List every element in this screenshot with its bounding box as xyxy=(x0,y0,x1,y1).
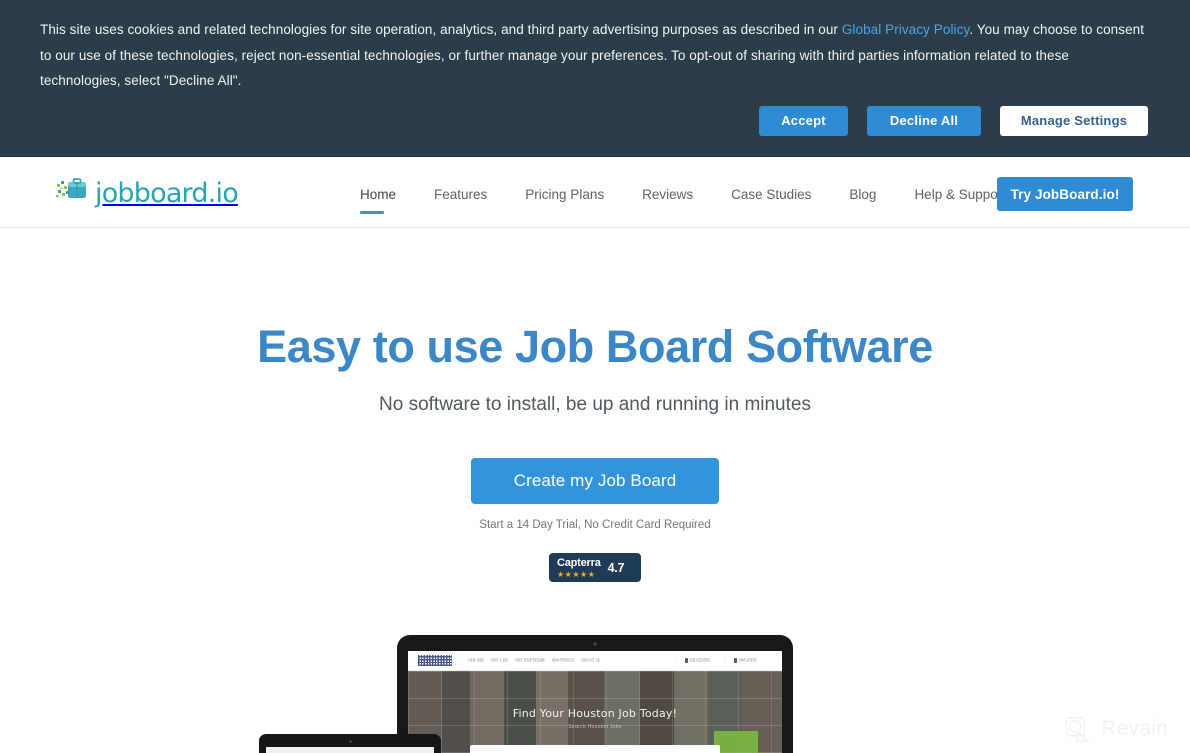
brand-wordmark: jobboard.io xyxy=(95,178,239,209)
hero-section: Easy to use Job Board Software No softwa… xyxy=(0,228,1190,753)
laptop-screen: VIEW JOBS POST A JOB POST YOUR RESUME NE… xyxy=(408,651,782,753)
accept-cookies-button[interactable]: Accept xyxy=(759,106,848,136)
laptop-camera-icon xyxy=(593,642,597,646)
capterra-name-label: Capterra xyxy=(557,556,601,569)
revain-logo-icon xyxy=(1064,715,1092,743)
tablet-camera-icon xyxy=(348,740,352,743)
mockup-nav-post-a-job: POST A JOB xyxy=(490,658,508,663)
user-icon xyxy=(684,658,688,663)
tablet-screen xyxy=(266,747,434,753)
revain-watermark: Revain xyxy=(1064,715,1168,743)
cookie-consent-banner: This site uses cookies and related techn… xyxy=(0,0,1190,157)
nav-item-features[interactable]: Features xyxy=(415,186,506,204)
mockup-nav-contact-us: CONTACT US xyxy=(581,658,600,663)
mockup-nav-post-your-resume: POST YOUR RESUME xyxy=(514,658,546,663)
nav-item-home[interactable]: Home xyxy=(360,186,415,214)
laptop-frame: VIEW JOBS POST A JOB POST YOUR RESUME NE… xyxy=(397,635,793,753)
brand-logo[interactable]: jobboard.io xyxy=(56,178,239,209)
mockup-account-employers: EMPLOYERS xyxy=(725,658,772,663)
cookie-text-before-link: This site uses cookies and related techn… xyxy=(40,22,842,37)
tablet-frame xyxy=(259,734,441,753)
mockup-account-job-seekers: JOB SEEKERS xyxy=(675,658,725,663)
device-mockup-image: VIEW JOBS POST A JOB POST YOUR RESUME NE… xyxy=(0,635,1190,753)
decline-all-cookies-button[interactable]: Decline All xyxy=(867,106,981,136)
cookie-consent-text: This site uses cookies and related techn… xyxy=(40,17,1150,94)
mockup-account-job-seekers-label: JOB SEEKERS xyxy=(689,658,711,663)
briefcase-icon xyxy=(56,178,88,209)
mockup-hero-title: Find Your Houston Job Today! xyxy=(512,707,678,720)
briefcase-small-icon xyxy=(734,658,738,663)
hero-title: Easy to use Job Board Software xyxy=(257,321,933,372)
main-navigation: Home Features Pricing Plans Reviews Case… xyxy=(360,186,1025,214)
nav-item-blog[interactable]: Blog xyxy=(830,186,895,204)
capterra-rating-badge[interactable]: Capterra ★★★★★ 4.7 xyxy=(549,553,641,582)
mockup-site-topbar: VIEW JOBS POST A JOB POST YOUR RESUME NE… xyxy=(408,651,782,671)
hero-subtitle: No software to install, be up and runnin… xyxy=(379,394,811,415)
capterra-badge-body: Capterra ★★★★★ xyxy=(549,557,601,579)
mockup-account-employers-label: EMPLOYERS xyxy=(739,658,757,663)
mockup-site-account-menus: JOB SEEKERS EMPLOYERS xyxy=(675,658,772,663)
nav-item-reviews[interactable]: Reviews xyxy=(623,186,712,204)
cookie-consent-actions: Accept Decline All Manage Settings xyxy=(759,106,1148,136)
mockup-search-card xyxy=(470,745,720,753)
nav-item-case-studies[interactable]: Case Studies xyxy=(712,186,830,204)
manage-cookie-settings-button[interactable]: Manage Settings xyxy=(1000,106,1148,136)
try-jobboard-button[interactable]: Try JobBoard.io! xyxy=(997,177,1133,211)
create-my-job-board-button[interactable]: Create my Job Board xyxy=(471,458,719,504)
capterra-score-label: 4.7 xyxy=(607,560,625,575)
mockup-nav-new-profiles: NEW PROFILES xyxy=(552,658,575,663)
nav-item-pricing-plans[interactable]: Pricing Plans xyxy=(506,186,623,204)
mockup-site-nav: VIEW JOBS POST A JOB POST YOUR RESUME NE… xyxy=(461,658,676,663)
mockup-nav-view-jobs: VIEW JOBS xyxy=(468,658,484,663)
revain-label: Revain xyxy=(1101,717,1168,740)
mockup-site-hero: Find Your Houston Job Today! Search Hous… xyxy=(408,671,782,753)
mockup-site-logo-icon xyxy=(418,655,452,666)
global-privacy-policy-link[interactable]: Global Privacy Policy xyxy=(842,22,969,37)
mockup-hero-subtitle: Search Houston Jobs xyxy=(568,724,622,730)
star-rating-icon: ★★★★★ xyxy=(557,569,596,579)
mockup-hero-accent xyxy=(714,731,758,753)
trial-note: Start a 14 Day Trial, No Credit Card Req… xyxy=(479,519,711,531)
